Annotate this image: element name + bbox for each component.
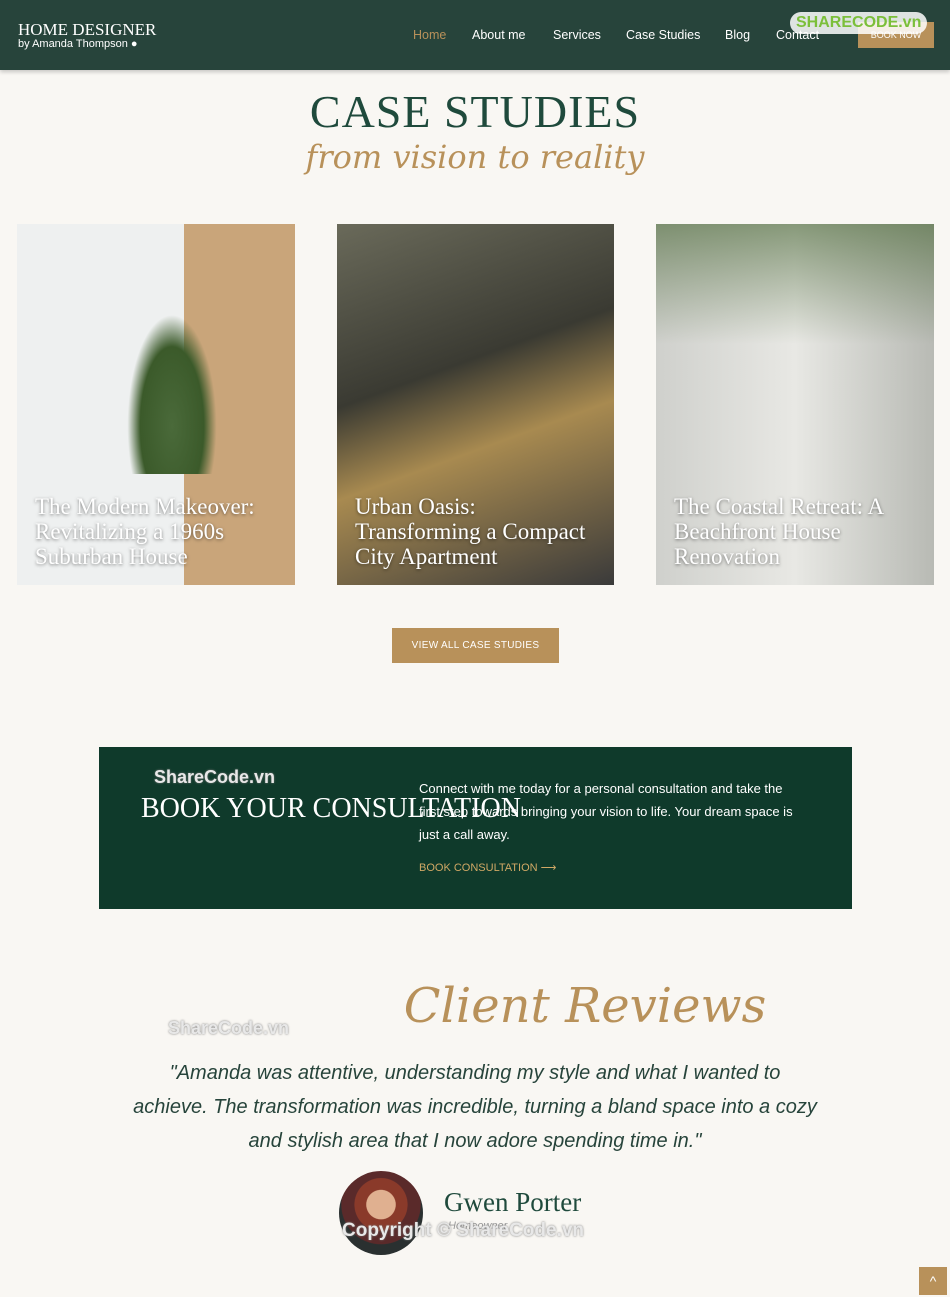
review-quote: "Amanda was attentive, understanding my …: [133, 1062, 817, 1152]
navbar: HOME DESIGNER by Amanda Thompson ● Home …: [0, 0, 950, 70]
case-title: The Coastal Retreat: A Beachfront House …: [674, 494, 883, 569]
nav-about[interactable]: About me: [472, 28, 526, 42]
consultation-text: Connect with me today for a personal con…: [419, 781, 793, 842]
case-card-3[interactable]: The Coastal Retreat: A Beachfront House …: [656, 224, 934, 585]
plant-image: [127, 314, 217, 474]
logo-title[interactable]: HOME DESIGNER: [18, 20, 156, 40]
page-title: CASE STUDIES: [309, 86, 641, 137]
case-card-2[interactable]: Urban Oasis: Transforming a Compact City…: [337, 224, 614, 585]
nav-services[interactable]: Services: [553, 28, 601, 42]
reviewer-avatar: [339, 1171, 423, 1255]
nav-case-studies[interactable]: Case Studies: [626, 28, 700, 42]
view-all-case-studies-button[interactable]: VIEW ALL CASE STUDIES: [392, 628, 559, 663]
watermark-logo: SHARECODE.vn: [790, 12, 928, 34]
watermark: ShareCode.vn: [168, 1018, 290, 1038]
case-card-1[interactable]: The Modern Makeover: Revitalizing a 1960…: [17, 224, 295, 585]
nav-home[interactable]: Home: [413, 28, 446, 42]
watermark: Copyright © ShareCode.vn: [342, 1220, 585, 1241]
scroll-to-top-button[interactable]: ^: [919, 1267, 947, 1295]
page-subtitle: from vision to reality: [305, 138, 645, 176]
case-title: The Modern Makeover: Revitalizing a 1960…: [35, 494, 255, 569]
vines-image: [656, 224, 934, 344]
case-title: Urban Oasis: Transforming a Compact City…: [355, 494, 586, 569]
watermark: ShareCode.vn: [154, 767, 276, 787]
reviewer-name: Gwen Porter: [444, 1187, 582, 1217]
book-consultation-link[interactable]: BOOK CONSULTATION ⟶: [419, 861, 556, 874]
nav-blog[interactable]: Blog: [725, 28, 750, 42]
logo-subtitle: by Amanda Thompson ●: [18, 38, 138, 50]
